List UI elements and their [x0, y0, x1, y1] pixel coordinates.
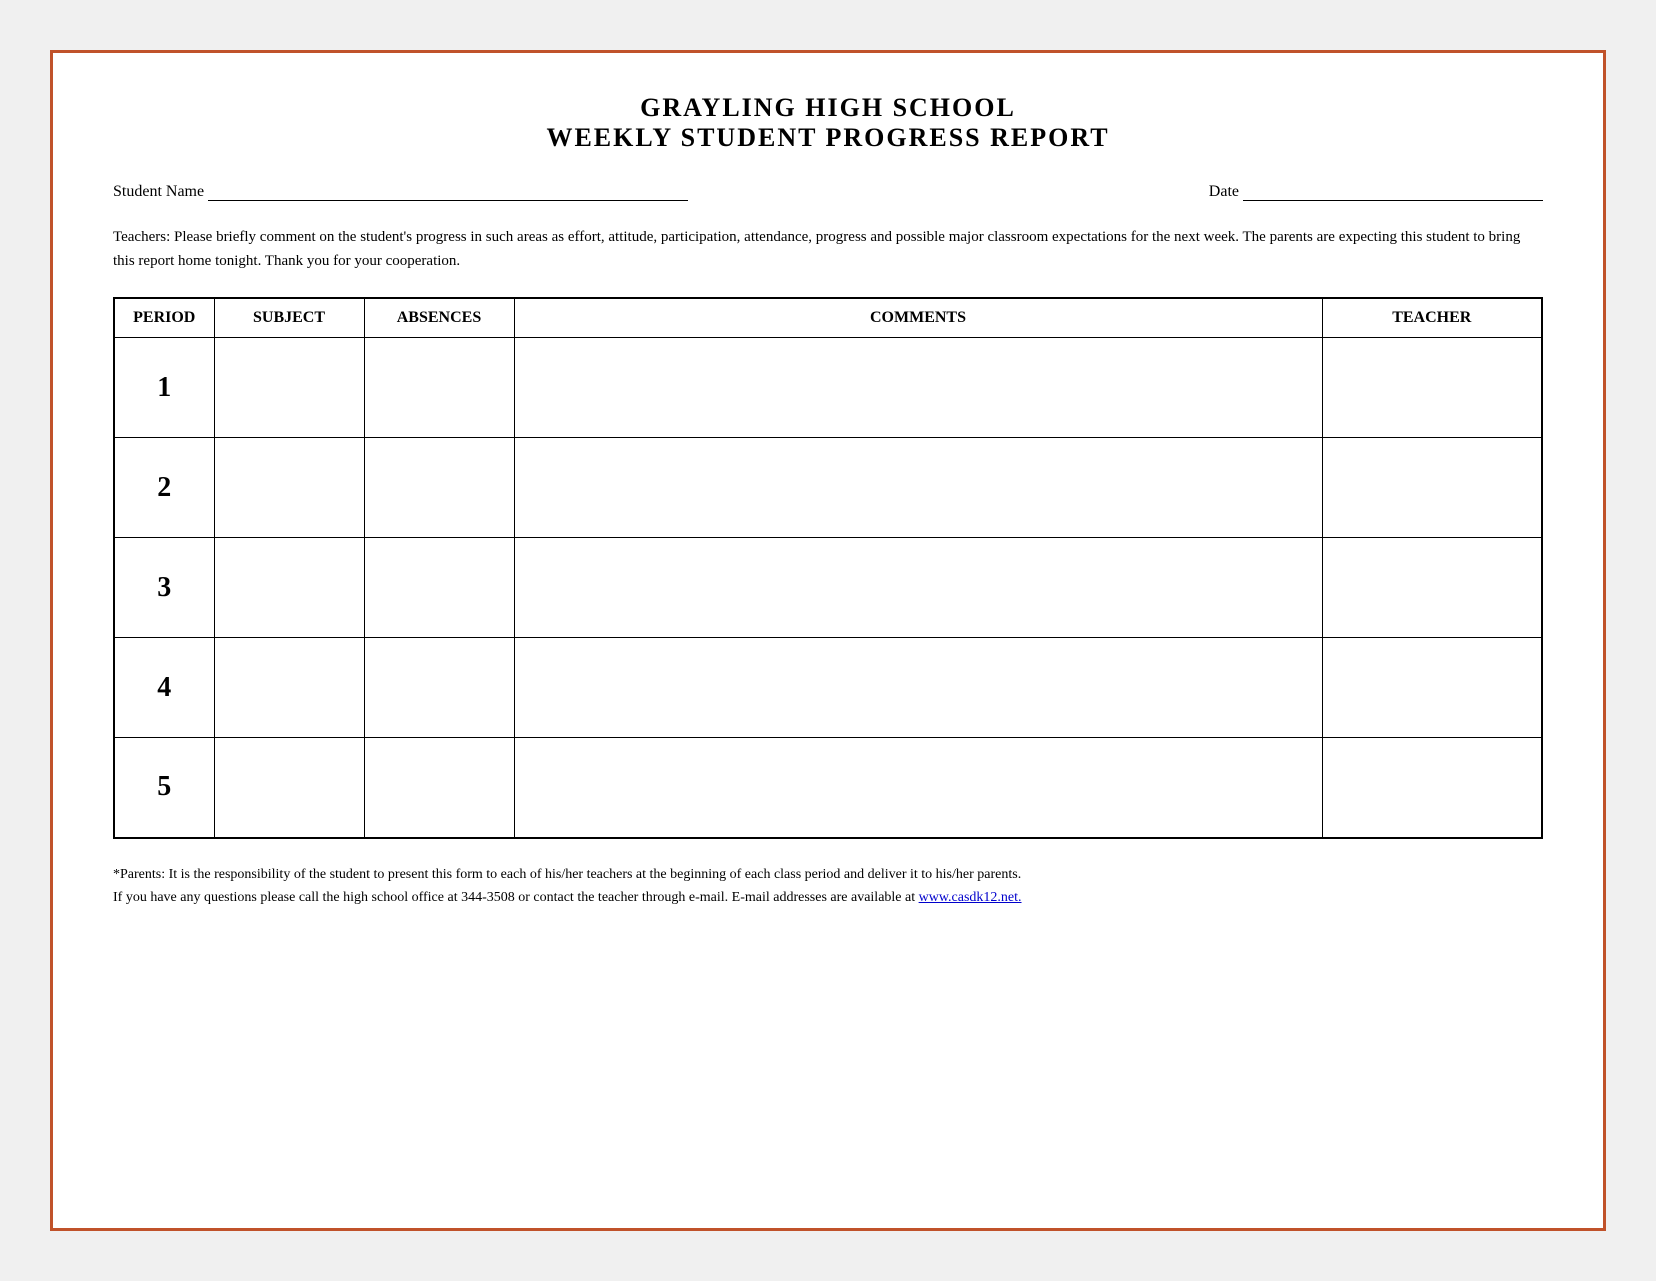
cell-teacher-5[interactable]: [1322, 738, 1542, 838]
table-row: 3: [114, 538, 1542, 638]
instructions-text: Teachers: Please briefly comment on the …: [113, 225, 1543, 273]
title-line2: WEEKLY STUDENT PROGRESS REPORT: [113, 123, 1543, 153]
cell-comments-3[interactable]: [514, 538, 1322, 638]
header-comments: COMMENTS: [514, 298, 1322, 338]
cell-comments-5[interactable]: [514, 738, 1322, 838]
header-subject: SUBJECT: [214, 298, 364, 338]
footer-line2: If you have any questions please call th…: [113, 886, 1543, 910]
cell-teacher-2[interactable]: [1322, 438, 1542, 538]
table-row: 1: [114, 338, 1542, 438]
cell-absences-5[interactable]: [364, 738, 514, 838]
cell-absences-1[interactable]: [364, 338, 514, 438]
cell-subject-2[interactable]: [214, 438, 364, 538]
cell-teacher-1[interactable]: [1322, 338, 1542, 438]
cell-period-2: 2: [114, 438, 214, 538]
page: GRAYLING HIGH SCHOOL WEEKLY STUDENT PROG…: [50, 50, 1606, 1231]
cell-teacher-4[interactable]: [1322, 638, 1542, 738]
cell-absences-3[interactable]: [364, 538, 514, 638]
title-section: GRAYLING HIGH SCHOOL WEEKLY STUDENT PROG…: [113, 93, 1543, 153]
footer-text: *Parents: It is the responsibility of th…: [113, 863, 1543, 911]
table-header-row: PERIOD SUBJECT ABSENCES COMMENTS TEACHER: [114, 298, 1542, 338]
student-date-row: Student Name Date: [113, 183, 1543, 201]
cell-subject-3[interactable]: [214, 538, 364, 638]
footer-line1: *Parents: It is the responsibility of th…: [113, 863, 1543, 887]
cell-period-5: 5: [114, 738, 214, 838]
date-label: Date: [1209, 183, 1239, 201]
cell-period-3: 3: [114, 538, 214, 638]
cell-teacher-3[interactable]: [1322, 538, 1542, 638]
date-input[interactable]: [1243, 183, 1543, 201]
report-table: PERIOD SUBJECT ABSENCES COMMENTS TEACHER…: [113, 297, 1543, 839]
student-name-field: Student Name: [113, 183, 688, 201]
cell-subject-1[interactable]: [214, 338, 364, 438]
cell-subject-4[interactable]: [214, 638, 364, 738]
date-field: Date: [1209, 183, 1543, 201]
cell-period-1: 1: [114, 338, 214, 438]
header-period: PERIOD: [114, 298, 214, 338]
footer-line2-prefix: If you have any questions please call th…: [113, 890, 919, 905]
cell-comments-1[interactable]: [514, 338, 1322, 438]
cell-comments-4[interactable]: [514, 638, 1322, 738]
title-line1: GRAYLING HIGH SCHOOL: [113, 93, 1543, 123]
cell-comments-2[interactable]: [514, 438, 1322, 538]
cell-absences-4[interactable]: [364, 638, 514, 738]
table-row: 5: [114, 738, 1542, 838]
table-row: 4: [114, 638, 1542, 738]
header-teacher: TEACHER: [1322, 298, 1542, 338]
table-row: 2: [114, 438, 1542, 538]
student-name-input[interactable]: [208, 183, 688, 201]
student-name-label: Student Name: [113, 183, 204, 201]
cell-period-4: 4: [114, 638, 214, 738]
cell-absences-2[interactable]: [364, 438, 514, 538]
footer-link[interactable]: www.casdk12.net.: [919, 890, 1022, 905]
header-absences: ABSENCES: [364, 298, 514, 338]
cell-subject-5[interactable]: [214, 738, 364, 838]
